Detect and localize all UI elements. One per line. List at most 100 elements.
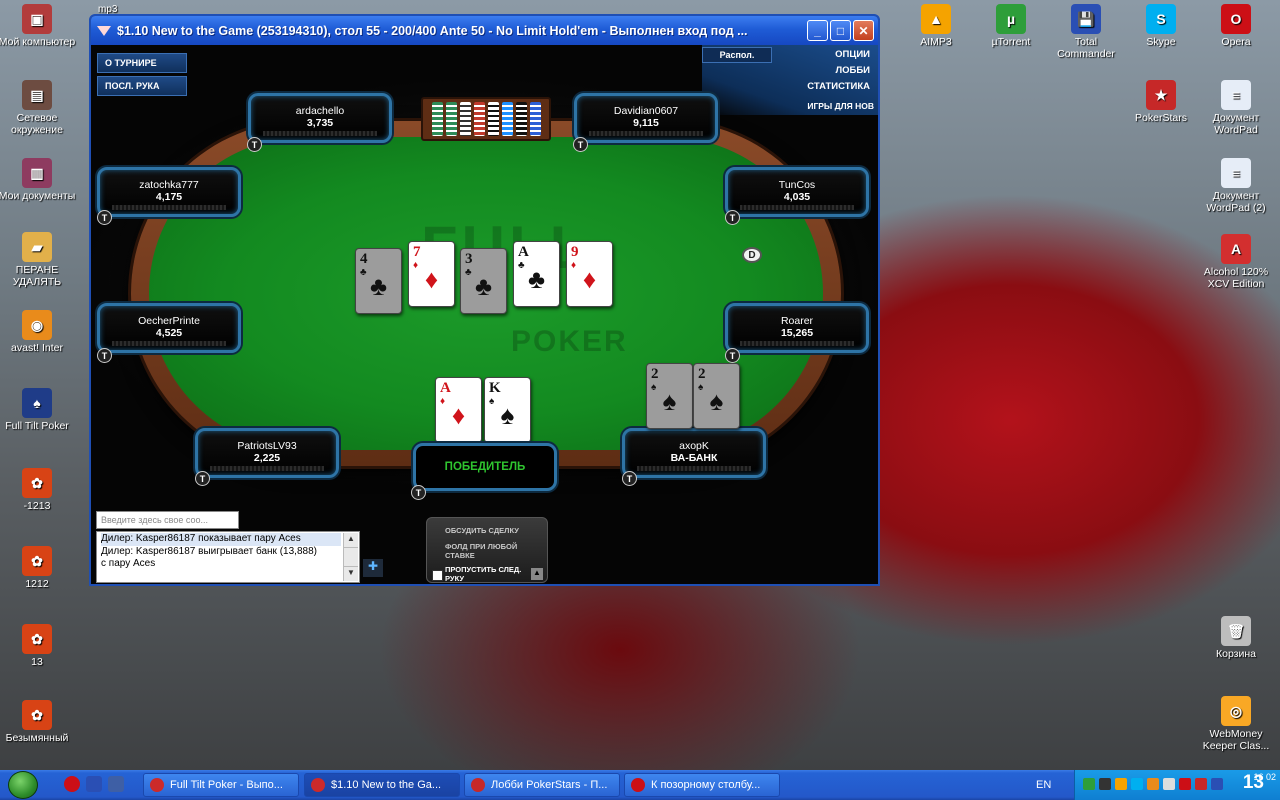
player-seat[interactable]: zatochka777 4,175 xyxy=(97,167,241,217)
desktop-app-icon: ◎ xyxy=(1221,696,1251,726)
discuss-deal-button[interactable]: ОБСУДИТЬ СДЕЛКУ xyxy=(445,526,519,535)
desktop-icon-left-1[interactable]: ▤ Сетевое окружение xyxy=(0,80,76,136)
total-commander-quicklaunch-icon[interactable] xyxy=(86,776,102,792)
desktop-icon-right-4[interactable]: 🗑 Корзина xyxy=(1197,616,1275,660)
card-suit-icon: ♣ xyxy=(474,271,493,301)
network-tray-icon[interactable] xyxy=(1099,778,1111,790)
board-card: 4 ♣ ♣ xyxy=(355,248,402,314)
desktop-icon-top-3[interactable]: S Skype xyxy=(1122,4,1200,48)
window-titlebar[interactable]: $1.10 New to the Game (253194310), стол … xyxy=(91,16,878,45)
fold-any-bet-button[interactable]: ФОЛД ПРИ ЛЮБОЙ СТАВКЕ xyxy=(445,542,535,560)
taskbar-button[interactable]: Лобби PokerStars - П... xyxy=(464,773,620,797)
desktop-icon-label: Alcohol 120% XCV Edition xyxy=(1203,266,1269,290)
opera-quicklaunch-icon[interactable] xyxy=(64,776,80,792)
desktop-icon-label: WebMoney Keeper Clas... xyxy=(1202,728,1270,752)
desktop-icon-left-9[interactable]: ✿ Безымянный xyxy=(0,700,76,744)
player-seat[interactable]: PatriotsLV93 2,225 xyxy=(195,428,339,478)
close-button[interactable]: ✕ xyxy=(853,20,874,41)
seat-badge: T xyxy=(725,210,740,225)
scroll-down-icon[interactable]: ▼ xyxy=(344,566,358,581)
seat-badge: T xyxy=(97,210,112,225)
pokerstars-tray-icon[interactable] xyxy=(1195,778,1207,790)
player-chips: 3,735 xyxy=(306,117,334,129)
desktop-icon-left-0[interactable]: ▣ Мой компьютер xyxy=(0,4,76,48)
last-hand-button[interactable]: ПОСЛ. РУКА xyxy=(97,76,187,96)
desktop-icon-right-2[interactable]: ≡ Документ WordPad (2) xyxy=(1197,158,1275,214)
player-chips: 4,525 xyxy=(155,327,183,339)
desktop-icon-label: AIMP3 xyxy=(920,36,952,48)
desktop-icon-left-6[interactable]: ✿ -1213 xyxy=(0,468,76,512)
player-seat[interactable]: OecherPrinte 4,525 xyxy=(97,303,241,353)
player-seat[interactable]: Davidian0607 9,115 xyxy=(574,93,718,143)
aimp-tray-icon[interactable] xyxy=(1115,778,1127,790)
player-seat[interactable]: axopK ВА-БАНК xyxy=(622,428,766,478)
taskbar-button-label: Full Tilt Poker - Выпо... xyxy=(170,779,283,791)
desktop-app-icon: ▥ xyxy=(22,158,52,188)
player-seat[interactable]: TunCos 4,035 xyxy=(725,167,869,217)
opera-tray-icon[interactable] xyxy=(1179,778,1191,790)
player-seat[interactable]: ardachello 3,735 xyxy=(248,93,392,143)
desktop-icon-left-4[interactable]: ◉ avast! Inter xyxy=(0,310,76,354)
taskbar-button[interactable]: К позорному столбу... xyxy=(624,773,780,797)
utorrent-tray-icon[interactable] xyxy=(1083,778,1095,790)
lobby-menu[interactable]: ЛОББИ xyxy=(835,65,870,76)
display-tray-icon[interactable] xyxy=(1211,778,1223,790)
desktop-icon-top-0[interactable]: ▲ AIMP3 xyxy=(897,4,975,48)
desktop-icon-left-3[interactable]: ▰ ПЕРАНЕ УДАЛЯТЬ xyxy=(0,232,76,288)
desktop-icon-top-1[interactable]: µ µTorrent xyxy=(972,4,1050,48)
chat-line: Дилер: Kasper86187 выигрывает банк (13,8… xyxy=(101,545,317,557)
card-rank: 3 xyxy=(465,251,473,267)
player-name: Davidian0607 xyxy=(613,105,679,117)
chat-line: с пару Aces xyxy=(101,558,156,569)
taskbar-button[interactable]: $1.10 New to the Ga... xyxy=(304,773,460,797)
player-chips: 4,035 xyxy=(783,191,811,203)
chat-input[interactable]: Введите здесь свое соо... xyxy=(96,511,239,529)
time-bank-bar xyxy=(210,466,324,471)
skype-tray-icon[interactable] xyxy=(1131,778,1143,790)
desktop-icon-label: Full Tilt Poker xyxy=(5,420,69,432)
player-seat[interactable]: Roarer 15,265 xyxy=(725,303,869,353)
desktop-app-icon: ≡ xyxy=(1221,158,1251,188)
desktop-icon-right-0[interactable]: ★ PokerStars xyxy=(1122,80,1200,124)
desktop-icon-left-8[interactable]: ✿ 13 xyxy=(0,624,76,668)
language-indicator[interactable]: EN xyxy=(1036,779,1051,791)
taskbar: Full Tilt Poker - Выпо... $1.10 New to th… xyxy=(0,770,1280,800)
opponent-card: 2 ♠ ♠ xyxy=(646,363,693,429)
skip-next-hand-checkbox[interactable] xyxy=(432,570,443,581)
desktop-icon-top-4[interactable]: O Opera xyxy=(1197,4,1275,48)
options-menu[interactable]: ОПЦИИ xyxy=(835,49,870,60)
taskbar-button-label: Лобби PokerStars - П... xyxy=(491,779,608,791)
chat-send-button[interactable]: ✚ xyxy=(363,559,383,577)
taskbar-button-label: $1.10 New to the Ga... xyxy=(331,779,442,791)
player-name: zatochka777 xyxy=(139,179,199,191)
stats-menu[interactable]: СТАТИСТИКА xyxy=(807,81,870,92)
desktop-icon-left-2[interactable]: ▥ Мои документы xyxy=(0,158,76,202)
avast-tray-icon[interactable] xyxy=(1147,778,1159,790)
explorer-quicklaunch-icon[interactable] xyxy=(108,776,124,792)
volume-tray-icon[interactable] xyxy=(1163,778,1175,790)
games-for-new-link[interactable]: ИГРЫ ДЛЯ НОВ xyxy=(807,101,874,111)
desktop-icon-right-1[interactable]: ≡ Документ WordPad xyxy=(1197,80,1275,136)
start-button[interactable] xyxy=(8,771,38,799)
desktop-app-icon: ◉ xyxy=(22,310,52,340)
minimize-button[interactable]: _ xyxy=(807,20,828,41)
card-rank: A xyxy=(440,380,451,396)
desktop-app-icon: ✿ xyxy=(22,546,52,576)
desktop-icon-top-2[interactable]: 💾 Total Commander xyxy=(1047,4,1125,60)
scroll-up-icon[interactable]: ▲ xyxy=(344,533,358,548)
taskbar-button[interactable]: Full Tilt Poker - Выпо... xyxy=(143,773,299,797)
maximize-button[interactable]: □ xyxy=(830,20,851,41)
desktop-icon-left-5[interactable]: ♠ Full Tilt Poker xyxy=(0,388,76,432)
card-suit-icon: ♦ xyxy=(582,264,597,294)
card-suit-icon: ♦ xyxy=(424,264,439,294)
tournament-info-button[interactable]: О ТУРНИРЕ xyxy=(97,53,187,73)
time-bank-bar xyxy=(112,341,226,346)
collapse-arrow-icon[interactable]: ▲ xyxy=(531,568,543,580)
chat-scrollbar[interactable]: ▲ ▼ xyxy=(343,533,358,581)
desktop-icon-left-7[interactable]: ✿ 1212 xyxy=(0,546,76,590)
desktop-app-icon: ▣ xyxy=(22,4,52,34)
arrange-button[interactable]: Распол. xyxy=(702,47,772,63)
poker-table-window[interactable]: $1.10 New to the Game (253194310), стол … xyxy=(89,14,880,586)
desktop-icon-right-5[interactable]: ◎ WebMoney Keeper Clas... xyxy=(1197,696,1275,752)
desktop-icon-right-3[interactable]: A Alcohol 120% XCV Edition xyxy=(1197,234,1275,290)
